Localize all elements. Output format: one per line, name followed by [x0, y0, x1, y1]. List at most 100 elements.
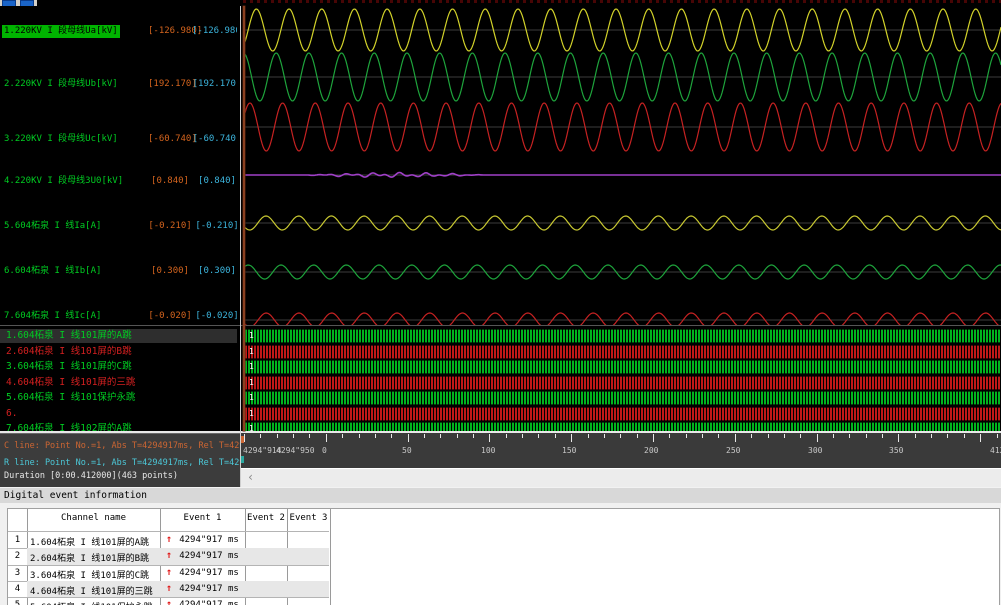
ruler-label: 4294"950 — [276, 446, 315, 455]
ruler-tick — [473, 434, 474, 438]
digital-channel-list: 1.604柘泉 I 线101屏的A跳 2.604柘泉 I 线101屏的B跳3.60… — [0, 327, 237, 431]
digital-event-table: Channel nameEvent 1Event 2Event 311.604柘… — [7, 508, 1000, 605]
analog-channel-row[interactable]: 5.604柘泉 I 线Ia[A] [-0.210][-0.210] — [0, 220, 237, 233]
ruler-tick — [718, 434, 719, 438]
digital-channel-row[interactable]: 3.604柘泉 I 线101屏的C跳 — [0, 360, 237, 374]
ruler-label: 50 — [402, 446, 412, 455]
scroll-left-icon[interactable]: ‹ — [247, 470, 254, 484]
time-axis-ruler[interactable]: 4294"9144294"950050100150200250300350412 — [241, 433, 1001, 468]
digital-channel-row[interactable]: 4.604柘泉 I 线101屏的三跳 — [0, 376, 237, 390]
analog-channel-label: 3.220KV I 段母线Uc[kV] — [4, 133, 118, 146]
rising-edge-icon: ↑ — [166, 534, 172, 545]
ruler-tick — [735, 434, 736, 442]
event1-time-cell: 4294"917 ms — [176, 600, 242, 605]
analog-value-1: [192.170] — [148, 78, 192, 91]
analog-value-1: [0.840] — [148, 175, 192, 188]
waveform-canvas[interactable] — [237, 6, 1001, 325]
digital-state-bar: 1 — [245, 345, 1001, 359]
ruler-tick — [784, 434, 785, 438]
ruler-tick — [588, 434, 589, 438]
digital-state-bars[interactable]: 1111111 — [241, 327, 1001, 431]
ruler-tick — [604, 434, 605, 438]
event1-time-cell: 4294"917 ms — [176, 568, 242, 578]
analog-value-2: [-126.980] — [192, 25, 237, 38]
channel-name-cell: 3.604柘泉 I 线101屏的C跳 — [30, 568, 149, 581]
ruler-label: 100 — [481, 446, 495, 455]
ruler-tick — [849, 434, 850, 438]
ruler-tick — [702, 434, 703, 438]
ruler-label: 150 — [562, 446, 576, 455]
digital-channel-row[interactable]: 5.604柘泉 I 线101保护永跳 — [0, 391, 237, 405]
ruler-tick — [522, 434, 523, 438]
analog-channel-label: 5.604柘泉 I 线Ia[A] — [4, 220, 101, 233]
column-header-event: Event 3 — [287, 513, 330, 523]
analog-channel-row[interactable]: 1.220KV I 段母线Ua[kV][-126.980][-126.980] — [0, 25, 237, 38]
ruler-tick — [408, 434, 409, 442]
rising-edge-icon: ↑ — [166, 550, 172, 561]
ruler-tick — [293, 434, 294, 438]
ruler-tick — [571, 434, 572, 442]
digital-state-bar: 1 — [245, 376, 1001, 390]
ruler-tick — [817, 434, 818, 442]
analog-channel-label: 4.220KV I 段母线3U0[kV] — [4, 175, 123, 188]
digital-channel-row[interactable]: 7.604柘泉 I 线102屏的A跳 — [0, 422, 237, 431]
event1-time-cell: 4294"917 ms — [176, 535, 242, 545]
ruler-tick — [800, 434, 801, 438]
rising-edge-icon: ↑ — [166, 599, 172, 605]
ruler-tick — [686, 434, 687, 438]
ruler-label: 350 — [889, 446, 903, 455]
digital-state-value: 1 — [249, 392, 254, 404]
digital-state-value: 1 — [249, 377, 254, 389]
row-number: 5 — [8, 600, 27, 605]
analog-value-2: [192.170] — [192, 78, 237, 91]
analog-channel-row[interactable]: 7.604柘泉 I 线Ic[A][-0.020][-0.020] — [0, 310, 237, 323]
analog-value-2: [0.840] — [192, 175, 237, 188]
ruler-tick — [277, 434, 278, 438]
analog-value-1: [-60.740] — [148, 133, 192, 146]
r-line-status: R line: Point No.=1, Abs T=4294917ms, Re… — [4, 458, 240, 468]
ruler-tick — [964, 434, 965, 438]
table-header-underline — [8, 531, 329, 532]
rising-edge-icon: ↑ — [166, 583, 172, 594]
ruler-tick — [424, 434, 425, 438]
digital-state-bar: 1 — [245, 407, 1001, 421]
digital-state-value: 1 — [249, 361, 254, 373]
analog-value-1: [0.300] — [148, 265, 192, 278]
ruler-tick — [506, 434, 507, 438]
ruler-tick — [555, 434, 556, 438]
digital-state-value: 1 — [249, 346, 254, 358]
ruler-tick — [898, 434, 899, 442]
ruler-tick — [882, 434, 883, 438]
panel-splitter[interactable] — [240, 6, 241, 487]
analog-channel-row[interactable]: 4.220KV I 段母线3U0[kV] [0.840][0.840] — [0, 175, 237, 188]
digital-state-value: 1 — [249, 423, 254, 431]
digital-channel-row[interactable]: 1.604柘泉 I 线101屏的A跳 — [0, 329, 237, 343]
horizontal-scrollbar[interactable]: ‹ — [241, 468, 1001, 488]
ruler-label: 412 — [990, 446, 1001, 455]
r-line-marker — [241, 456, 244, 463]
digital-channel-row[interactable]: 2.604柘泉 I 线101屏的B跳 — [0, 345, 237, 359]
ruler-tick — [375, 434, 376, 438]
waveform-analyzer-window: 1.220KV I 段母线Ua[kV][-126.980][-126.980] 2… — [0, 0, 1001, 605]
analog-value-2: [-60.740] — [192, 133, 237, 146]
ruler-tick — [309, 434, 310, 438]
ruler-tick — [751, 434, 752, 438]
ruler-tick — [653, 434, 654, 442]
duration-status: Duration [0:00.412000](463 points) — [4, 471, 240, 481]
analog-value-1: [-0.210] — [148, 220, 192, 233]
analog-channel-row[interactable]: 2.220KV I 段母线Ub[kV][192.170][192.170] — [0, 78, 237, 91]
analog-value-2: [-0.210] — [192, 220, 237, 233]
digital-state-bar: 1 — [245, 391, 1001, 405]
cursor-status-panel: C line: Point No.=1, Abs T=4294917ms, Re… — [0, 433, 240, 488]
ruler-tick — [440, 434, 441, 438]
digital-channel-row[interactable]: 6. — [0, 407, 237, 421]
digital-state-value: 1 — [249, 408, 254, 420]
ruler-tick — [244, 434, 245, 442]
analog-channel-list: 1.220KV I 段母线Ua[kV][-126.980][-126.980] 2… — [0, 6, 237, 325]
ruler-tick — [620, 434, 621, 438]
c-line-cursor[interactable] — [243, 6, 245, 431]
analog-channel-row[interactable]: 3.220KV I 段母线Uc[kV] [-60.740][-60.740] — [0, 133, 237, 146]
c-line-status: C line: Point No.=1, Abs T=4294917ms, Re… — [4, 441, 240, 451]
analog-channel-row[interactable]: 6.604柘泉 I 线Ib[A][0.300][0.300] — [0, 265, 237, 278]
ruler-tick — [980, 434, 981, 442]
